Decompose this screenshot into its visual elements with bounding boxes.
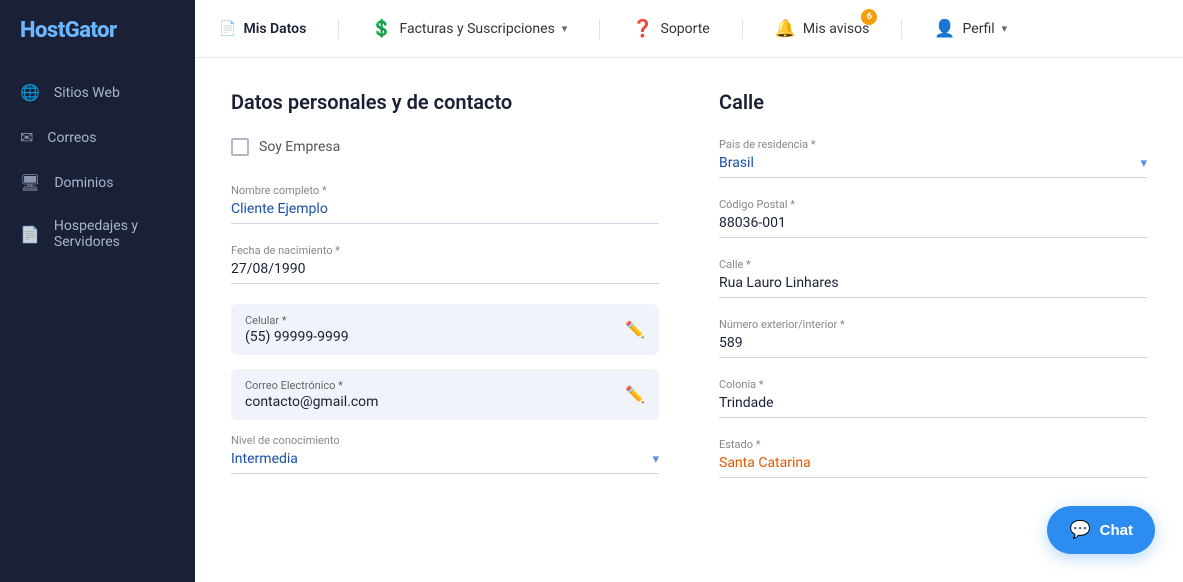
chat-button[interactable]: 💬 Chat <box>1047 506 1155 554</box>
correo-inner: Correo Electrónico * contacto@gmail.com <box>245 379 378 410</box>
celular-value: (55) 99999-9999 <box>245 329 349 345</box>
question-icon: ❓ <box>632 19 653 39</box>
colonia-field: Colonia * Trindade <box>719 378 1147 418</box>
pais-dropdown[interactable]: Brasil ▾ <box>719 155 1147 178</box>
pais-field: País de residencia * Brasil ▾ <box>719 138 1147 178</box>
celular-inner: Celular * (55) 99999-9999 <box>245 314 349 345</box>
celular-label: Celular * <box>245 314 349 327</box>
globe-icon: 🌐 <box>20 83 40 102</box>
calle-value: Rua Lauro Linhares <box>719 275 1147 298</box>
chevron-down-icon: ▾ <box>562 22 568 35</box>
topnav-facturas[interactable]: 💲 Facturas y Suscripciones ▾ <box>371 15 567 43</box>
fecha-field: Fecha de nacimiento * 27/08/1990 <box>231 244 659 284</box>
empresa-checkbox[interactable] <box>231 138 249 156</box>
topnav-label: Facturas y Suscripciones <box>399 21 554 37</box>
file-icon: 📄 <box>20 225 40 244</box>
personal-section: Datos personales y de contacto Soy Empre… <box>231 90 659 550</box>
celular-field: Celular * (55) 99999-9999 ✏️ <box>231 304 659 355</box>
edit-correo-icon[interactable]: ✏️ <box>625 385 645 404</box>
fecha-label: Fecha de nacimiento * <box>231 244 659 257</box>
correo-label: Correo Electrónico * <box>245 379 378 392</box>
topnav: 📄 Mis Datos 💲 Facturas y Suscripciones ▾… <box>195 0 1183 58</box>
chat-label: Chat <box>1100 522 1133 539</box>
address-section: Calle País de residencia * Brasil ▾ Códi… <box>719 90 1147 550</box>
chat-icon: 💬 <box>1069 520 1090 540</box>
empresa-label: Soy Empresa <box>259 139 340 155</box>
topnav-label: Mis Datos <box>243 21 306 37</box>
topnav-divider-1 <box>338 19 339 39</box>
address-section-title: Calle <box>719 90 1147 114</box>
brand-logo-text: HostGator <box>20 18 117 43</box>
topnav-label: Mis avisos <box>803 21 869 37</box>
nivel-dropdown[interactable]: Intermedia ▾ <box>231 451 659 474</box>
content-area: Datos personales y de contacto Soy Empre… <box>195 58 1183 582</box>
main-area: 📄 Mis Datos 💲 Facturas y Suscripciones ▾… <box>195 0 1183 582</box>
dollar-icon: 💲 <box>371 19 392 39</box>
topnav-label: Perfil <box>963 21 995 37</box>
colonia-value: Trindade <box>719 395 1147 418</box>
topnav-soporte[interactable]: ❓ Soporte <box>632 15 709 43</box>
numero-value: 589 <box>719 335 1147 358</box>
topnav-divider-3 <box>742 19 743 39</box>
postal-label: Código Postal * <box>719 198 1147 211</box>
sidebar-item-hospedajes[interactable]: 📄 Hospedajes y Servidores <box>0 206 195 262</box>
numero-label: Número exterior/interior * <box>719 318 1147 331</box>
estado-value: Santa Catarina <box>719 455 1147 478</box>
topnav-label: Soporte <box>661 21 710 37</box>
sidebar-item-label: Correos <box>47 130 96 146</box>
topnav-divider-2 <box>599 19 600 39</box>
nombre-value: Cliente Ejemplo <box>231 201 659 224</box>
sidebar-item-label: Hospedajes y Servidores <box>54 218 138 250</box>
document-icon: 📄 <box>219 21 236 37</box>
edit-celular-icon[interactable]: ✏️ <box>625 320 645 339</box>
empresa-checkbox-row: Soy Empresa <box>231 138 659 156</box>
chevron-down-icon: ▾ <box>1140 156 1147 171</box>
nivel-value: Intermedia <box>231 451 298 467</box>
estado-label: Estado * <box>719 438 1147 451</box>
sidebar-nav: 🌐 Sitios Web ✉ Correos 🖥 Dominios 📄 Hosp… <box>0 61 195 272</box>
fecha-value: 27/08/1990 <box>231 261 659 284</box>
sidebar-item-correos[interactable]: ✉ Correos <box>0 116 195 159</box>
mail-icon: ✉ <box>20 128 33 147</box>
sidebar: HostGator 🌐 Sitios Web ✉ Correos 🖥 Domin… <box>0 0 195 582</box>
calle-label: Calle * <box>719 258 1147 271</box>
topnav-divider-4 <box>901 19 902 39</box>
sidebar-item-dominios[interactable]: 🖥 Dominios <box>0 161 195 204</box>
topnav-mis-datos[interactable]: 📄 Mis Datos <box>219 17 306 41</box>
correo-field: Correo Electrónico * contacto@gmail.com … <box>231 369 659 420</box>
nombre-field: Nombre completo * Cliente Ejemplo <box>231 184 659 224</box>
numero-field: Número exterior/interior * 589 <box>719 318 1147 358</box>
postal-value: 88036-001 <box>719 215 1147 238</box>
topnav-perfil[interactable]: 👤 Perfil ▾ <box>934 15 1007 43</box>
postal-field: Código Postal * 88036-001 <box>719 198 1147 238</box>
user-icon: 👤 <box>934 19 955 39</box>
chevron-down-icon: ▾ <box>652 452 659 467</box>
bell-icon: 🔔 <box>775 19 796 39</box>
nivel-label: Nivel de conocimiento <box>231 434 659 447</box>
pais-label: País de residencia * <box>719 138 1147 151</box>
pais-value: Brasil <box>719 155 754 171</box>
correo-value: contacto@gmail.com <box>245 394 378 410</box>
sidebar-item-label: Dominios <box>54 175 113 191</box>
calle-field: Calle * Rua Lauro Linhares <box>719 258 1147 298</box>
personal-section-title: Datos personales y de contacto <box>231 90 659 114</box>
monitor-icon: 🖥 <box>20 173 40 192</box>
estado-field: Estado * Santa Catarina <box>719 438 1147 478</box>
colonia-label: Colonia * <box>719 378 1147 391</box>
sidebar-item-label: Sitios Web <box>54 85 120 101</box>
sidebar-item-sitios-web[interactable]: 🌐 Sitios Web <box>0 71 195 114</box>
nombre-label: Nombre completo * <box>231 184 659 197</box>
chevron-down-icon: ▾ <box>1002 22 1008 35</box>
notification-badge: 6 <box>861 9 877 25</box>
brand-logo: HostGator <box>0 0 195 61</box>
topnav-mis-avisos[interactable]: 🔔 6 Mis avisos <box>775 15 870 43</box>
nivel-field: Nivel de conocimiento Intermedia ▾ <box>231 434 659 474</box>
